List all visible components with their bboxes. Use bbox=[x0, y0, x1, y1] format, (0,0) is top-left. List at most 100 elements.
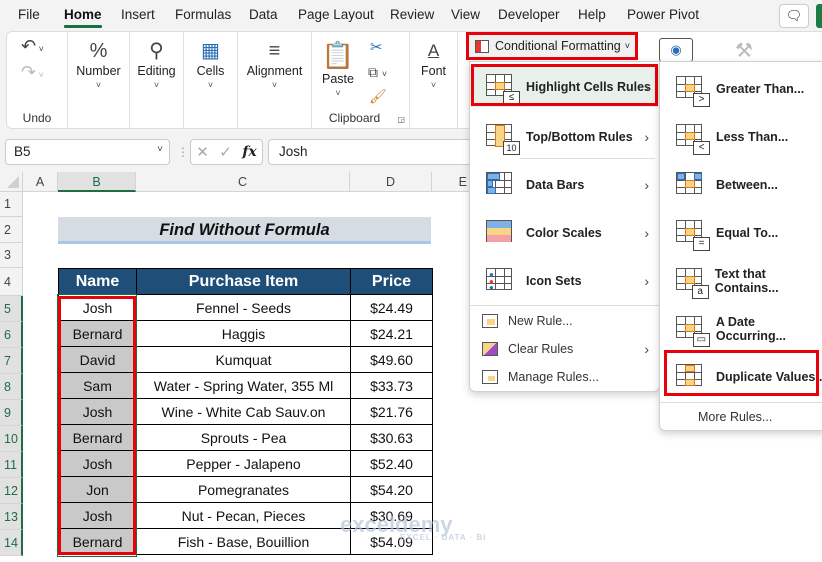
tab-file[interactable]: File bbox=[18, 7, 40, 22]
item-cell[interactable]: Kumquat bbox=[136, 346, 351, 373]
paste-button[interactable]: 📋 Paste ˅ bbox=[318, 38, 358, 98]
item-cell[interactable]: Nut - Pecan, Pieces bbox=[136, 502, 351, 529]
price-cell[interactable]: $52.40 bbox=[350, 450, 433, 477]
name-cell[interactable]: Sam bbox=[58, 372, 137, 399]
select-all-button[interactable] bbox=[0, 172, 23, 192]
tab-data[interactable]: Data bbox=[249, 7, 278, 22]
submenu-item-greater-than[interactable]: > Greater Than... bbox=[660, 68, 822, 110]
tab-insert[interactable]: Insert bbox=[121, 7, 155, 22]
name-cell[interactable]: Bernard bbox=[58, 424, 137, 451]
item-cell[interactable]: Fish - Base, Bouillion bbox=[136, 528, 351, 555]
row-header[interactable]: 5 bbox=[0, 296, 23, 322]
price-cell[interactable]: $30.63 bbox=[350, 424, 433, 451]
row-header[interactable]: 4 bbox=[0, 268, 23, 296]
row-header[interactable]: 12 bbox=[0, 478, 23, 504]
submenu-item-a-date-occurring[interactable]: ▭ A Date Occurring... bbox=[660, 308, 822, 350]
formula-input[interactable]: Josh bbox=[268, 139, 478, 165]
row-header[interactable]: 10 bbox=[0, 426, 23, 452]
cancel-icon[interactable]: ✕ bbox=[196, 143, 209, 161]
alignment-button[interactable]: ≡ Alignment ˅ bbox=[238, 38, 311, 90]
share-button[interactable] bbox=[816, 4, 822, 28]
submenu-item-text-that-contains[interactable]: a Text that Contains... bbox=[660, 260, 822, 302]
name-cell[interactable]: Josh bbox=[58, 450, 137, 477]
menu-item-icon-sets[interactable]: ● ● ● Icon Sets › bbox=[470, 258, 659, 304]
name-cell[interactable]: Josh bbox=[58, 294, 137, 321]
insert-function-icon[interactable]: fx bbox=[242, 144, 256, 160]
item-cell[interactable]: Water - Spring Water, 355 Ml bbox=[136, 372, 351, 399]
editing-button[interactable]: ⚲ Editing ˅ bbox=[130, 38, 183, 90]
row-header[interactable]: 6 bbox=[0, 322, 23, 348]
name-cell[interactable]: Josh bbox=[58, 502, 137, 529]
price-cell[interactable]: $24.21 bbox=[350, 320, 433, 347]
undo-icon[interactable]: ↶ ˅ bbox=[21, 36, 44, 57]
analyze-data-icon[interactable]: ◉ bbox=[659, 38, 693, 62]
menu-item-data-bars[interactable]: Data Bars › bbox=[470, 162, 659, 208]
comments-button[interactable]: 🗨 bbox=[779, 4, 809, 28]
price-cell[interactable]: $24.49 bbox=[350, 294, 433, 321]
header-purchase-item[interactable]: Purchase Item bbox=[136, 268, 351, 295]
row-header[interactable]: 7 bbox=[0, 348, 23, 374]
menu-item-new-rule[interactable]: New Rule... bbox=[470, 308, 659, 334]
add-ins-icon[interactable]: ⚒ bbox=[735, 38, 753, 63]
name-box[interactable]: B5 ˅ bbox=[5, 139, 170, 165]
menu-item-manage-rules[interactable]: Manage Rules... bbox=[470, 364, 659, 390]
conditional-formatting-button[interactable]: Conditional Formatting ˅ bbox=[466, 32, 638, 60]
row-header[interactable]: 11 bbox=[0, 452, 23, 478]
row-header[interactable]: 9 bbox=[0, 400, 23, 426]
cells-button[interactable]: ▦ Cells ˅ bbox=[184, 38, 237, 90]
tab-page-layout[interactable]: Page Layout bbox=[298, 7, 374, 22]
row-header[interactable]: 2 bbox=[0, 217, 23, 243]
formula-bar-grip[interactable]: ⋮ bbox=[177, 145, 189, 159]
tab-help[interactable]: Help bbox=[578, 7, 606, 22]
column-header-e[interactable]: E bbox=[432, 172, 472, 192]
redo-icon[interactable]: ↷ ˅ bbox=[21, 62, 44, 83]
item-cell[interactable]: Pepper - Jalapeno bbox=[136, 450, 351, 477]
column-header-b[interactable]: B bbox=[58, 172, 136, 192]
tab-review[interactable]: Review bbox=[390, 7, 434, 22]
column-header-a[interactable]: A bbox=[23, 172, 58, 192]
submenu-item-between[interactable]: Between... bbox=[660, 164, 822, 206]
tab-formulas[interactable]: Formulas bbox=[175, 7, 231, 22]
column-header-d[interactable]: D bbox=[350, 172, 432, 192]
item-cell[interactable]: Haggis bbox=[136, 320, 351, 347]
tab-view[interactable]: View bbox=[451, 7, 480, 22]
item-cell[interactable]: Sprouts - Pea bbox=[136, 424, 351, 451]
price-cell[interactable]: $33.73 bbox=[350, 372, 433, 399]
font-button[interactable]: A Font ˅ bbox=[410, 38, 457, 90]
price-cell[interactable]: $54.20 bbox=[350, 476, 433, 503]
name-cell[interactable]: Josh bbox=[58, 398, 137, 425]
row-header[interactable]: 13 bbox=[0, 504, 23, 530]
name-cell[interactable]: David bbox=[58, 346, 137, 373]
submenu-item-equal-to[interactable]: = Equal To... bbox=[660, 212, 822, 254]
price-cell[interactable]: $21.76 bbox=[350, 398, 433, 425]
tab-home[interactable]: Home bbox=[64, 7, 102, 28]
menu-item-color-scales[interactable]: Color Scales › bbox=[470, 210, 659, 256]
menu-item-highlight-cells-rules[interactable]: ≤ Highlight Cells Rules › bbox=[470, 67, 659, 107]
name-cell[interactable]: Bernard bbox=[58, 320, 137, 347]
tab-developer[interactable]: Developer bbox=[498, 7, 560, 22]
submenu-item-less-than[interactable]: < Less Than... bbox=[660, 116, 822, 158]
column-header-c[interactable]: C bbox=[136, 172, 350, 192]
row-header[interactable]: 8 bbox=[0, 374, 23, 400]
row-header[interactable]: 3 bbox=[0, 243, 23, 268]
header-price[interactable]: Price bbox=[350, 268, 433, 295]
menu-item-clear-rules[interactable]: Clear Rules › bbox=[470, 336, 659, 362]
enter-icon[interactable]: ✓ bbox=[219, 143, 232, 161]
item-cell[interactable]: Fennel - Seeds bbox=[136, 294, 351, 321]
header-name[interactable]: Name bbox=[58, 268, 137, 295]
menu-item-top-bottom-rules[interactable]: 10 Top/Bottom Rules › bbox=[470, 115, 659, 159]
sheet-title[interactable]: Find Without Formula bbox=[58, 217, 431, 244]
row-header[interactable]: 14 bbox=[0, 530, 23, 556]
submenu-item-more-rules[interactable]: More Rules... bbox=[660, 404, 822, 430]
row-header[interactable]: 1 bbox=[0, 192, 23, 217]
chevron-down-icon[interactable]: ˅ bbox=[157, 144, 163, 155]
item-cell[interactable]: Pomegranates bbox=[136, 476, 351, 503]
copy-icon[interactable]: ⧉ ˅ bbox=[368, 64, 387, 81]
name-cell[interactable]: Bernard bbox=[58, 528, 137, 555]
name-cell[interactable]: Jon bbox=[58, 476, 137, 503]
number-button[interactable]: % Number ˅ bbox=[68, 38, 129, 90]
price-cell[interactable]: $49.60 bbox=[350, 346, 433, 373]
format-painter-icon[interactable]: 🖌 bbox=[369, 88, 387, 105]
submenu-item-duplicate-values[interactable]: Duplicate Values... bbox=[660, 356, 822, 398]
tab-power-pivot[interactable]: Power Pivot bbox=[627, 7, 699, 22]
